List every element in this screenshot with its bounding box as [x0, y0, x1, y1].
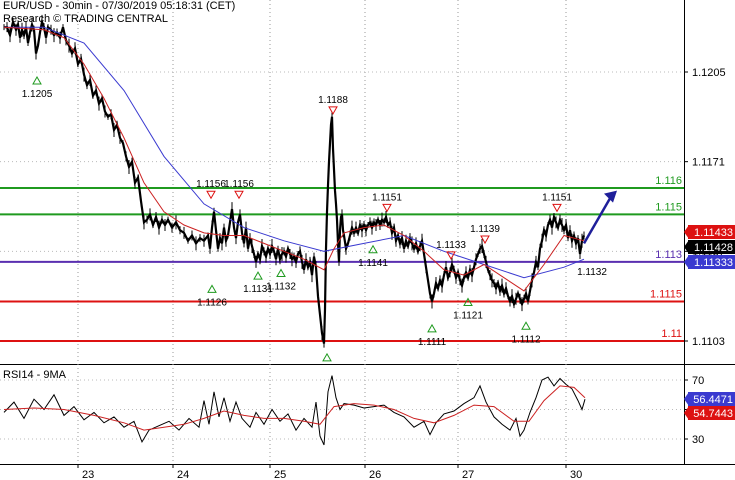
pivot-high-label: 1.1151 [542, 192, 572, 203]
pivot-low-label: 1.1205 [22, 89, 53, 100]
time-tick-label: 25 [274, 469, 286, 480]
pivot-high-label: 1.1139 [470, 224, 500, 235]
rsi-panel: RSI14 - 9MA30507056.447154.7443 [0, 369, 735, 446]
pivot-low-label: 1.1141 [358, 258, 388, 269]
copyright-label: Research © TRADING CENTRAL [3, 13, 168, 25]
level-label: 1.1115 [650, 288, 682, 300]
time-tick-label: 23 [82, 469, 94, 480]
price-tick-label: 1.1205 [692, 67, 726, 79]
pivot-high-label: 1.1156 [196, 179, 226, 190]
rsi-tick-label: 70 [692, 375, 704, 387]
rsi-ma-line [3, 385, 586, 431]
pivot-low-label: 1.1126 [197, 297, 227, 308]
rsi-line [3, 375, 586, 446]
rsi-title: RSI14 - 9MA [3, 369, 67, 381]
price-tag-label: 1.11433 [694, 227, 733, 239]
pivot-high-label: 1.1133 [436, 240, 466, 251]
price-tick-label: 1.1103 [692, 336, 725, 348]
price-tag-label: 1.11428 [694, 242, 733, 254]
pivot-low-label: 1.1132 [266, 282, 296, 293]
rsi-tick-label: 30 [692, 434, 704, 446]
pivot-low-label: 1.1111 [418, 337, 447, 348]
level-label: 1.115 [655, 201, 682, 213]
time-tick-label: 24 [177, 469, 189, 480]
chart-canvas: 1.1161.1151.1131.11151.11 1.12051.11561.… [0, 0, 735, 480]
price-tick-label: 1.1171 [692, 157, 725, 169]
price-axis: 1.11031.11371.11711.12051.114331.114281.… [684, 67, 735, 348]
pivot-low-label: 1.1112 [511, 334, 541, 345]
level-label: 1.113 [655, 249, 682, 261]
main-plot-area [0, 0, 684, 364]
time-tick-label: 27 [462, 469, 474, 480]
pivot-high-label: 1.1156 [224, 179, 254, 190]
time-tick-label: 30 [570, 469, 582, 480]
chart-title: EUR/USD - 30min - 07/30/2019 05:18:31 (C… [3, 0, 236, 12]
pivot-low-label: 1.1121 [453, 311, 483, 322]
rsi-tag-label: 56.4471 [693, 394, 733, 406]
level-label: 1.11 [661, 328, 682, 340]
pivot-high-label: 1.1188 [318, 95, 348, 106]
level-label: 1.116 [655, 175, 682, 187]
main-panel [0, 0, 735, 465]
pivot-high-label: 1.1151 [372, 192, 402, 203]
time-tick-label: 26 [369, 469, 381, 480]
target-label: 1.1132 [577, 267, 607, 278]
rsi-tag-label: 54.7443 [693, 408, 733, 420]
price-tag-label: 1.11333 [694, 257, 733, 269]
time-axis: 23 24 25 26 27 30 [77, 464, 582, 480]
